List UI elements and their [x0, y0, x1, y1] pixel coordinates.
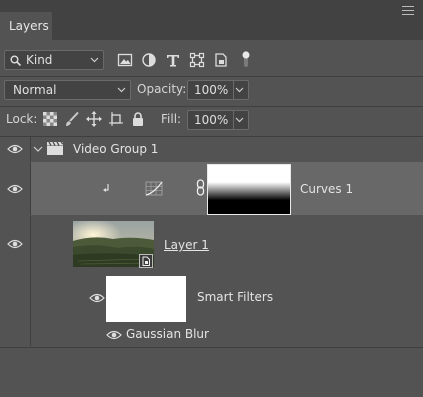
divider: [0, 347, 423, 348]
video-group-icon: [47, 141, 64, 155]
smart-object-badge-icon: [139, 254, 153, 268]
filter-kind-select[interactable]: Kind: [4, 50, 104, 70]
opacity-field[interactable]: 100%: [187, 80, 249, 100]
blend-mode-select[interactable]: Normal: [4, 80, 131, 100]
lock-pixels-brush-icon[interactable]: [64, 111, 80, 127]
panel-menu-icon[interactable]: [402, 6, 414, 16]
opacity-label: Opacity:: [137, 82, 187, 96]
divider: [0, 76, 423, 77]
filter-toggle-icon[interactable]: [242, 50, 250, 68]
visibility-eye-icon[interactable]: [7, 143, 23, 155]
layer-row-gaussian-blur[interactable]: Gaussian Blur: [0, 324, 423, 346]
layer-name-layer1: Layer 1: [164, 238, 209, 252]
layer-name-curves: Curves 1: [300, 182, 354, 196]
blend-mode-value: Normal: [13, 83, 57, 97]
search-icon: [10, 55, 21, 66]
chevron-down-icon: [90, 57, 99, 63]
layer-row-smart-filters[interactable]: Smart Filters: [0, 274, 423, 324]
chevron-down-icon: [235, 87, 244, 93]
clipping-mask-arrow-icon: [103, 184, 109, 192]
layer-row-layer1[interactable]: Layer 1: [0, 216, 423, 274]
pixel-layer-filter-icon[interactable]: [117, 52, 133, 68]
layer-name-video-group: Video Group 1: [73, 142, 159, 156]
opacity-value: 100%: [194, 83, 229, 97]
fill-value: 100%: [194, 113, 229, 127]
visibility-eye-icon[interactable]: [7, 183, 23, 195]
visibility-eye-icon[interactable]: [106, 329, 122, 341]
divider: [0, 106, 423, 107]
layer-mask-link-icon[interactable]: [196, 179, 205, 197]
layer-row-video-group[interactable]: Video Group 1: [0, 137, 423, 161]
lock-position-move-icon[interactable]: [86, 111, 102, 127]
lock-artboard-icon[interactable]: [108, 111, 124, 127]
shape-layer-filter-icon[interactable]: [189, 52, 205, 68]
tab-layers[interactable]: Layers: [0, 12, 52, 40]
lock-all-icon[interactable]: [130, 111, 146, 127]
fill-label: Fill:: [161, 112, 182, 126]
filter-kind-label: Kind: [26, 53, 53, 67]
layer-name-gaussian-blur: Gaussian Blur: [126, 327, 209, 341]
chevron-down-icon: [235, 117, 244, 123]
curves-mask-thumbnail[interactable]: [207, 164, 291, 215]
tab-layers-label: Layers: [9, 19, 49, 33]
chevron-down-icon: [117, 87, 126, 93]
type-layer-filter-icon[interactable]: [165, 52, 181, 68]
layer-row-curves[interactable]: Curves 1: [0, 162, 423, 215]
visibility-eye-icon[interactable]: [7, 238, 23, 250]
lock-label: Lock:: [6, 112, 38, 126]
visibility-eye-icon[interactable]: [89, 292, 105, 304]
layer-name-smart-filters: Smart Filters: [197, 290, 274, 304]
adjustment-layer-filter-icon[interactable]: [141, 52, 157, 68]
smart-filters-mask-thumbnail[interactable]: [106, 276, 186, 322]
lock-transparency-icon[interactable]: [42, 111, 58, 127]
fill-field[interactable]: 100%: [187, 110, 249, 130]
curves-adjustment-icon: [145, 181, 163, 196]
smart-object-filter-icon[interactable]: [213, 52, 229, 68]
chevron-down-icon[interactable]: [33, 145, 43, 153]
panel-tab-bar: [0, 0, 423, 40]
